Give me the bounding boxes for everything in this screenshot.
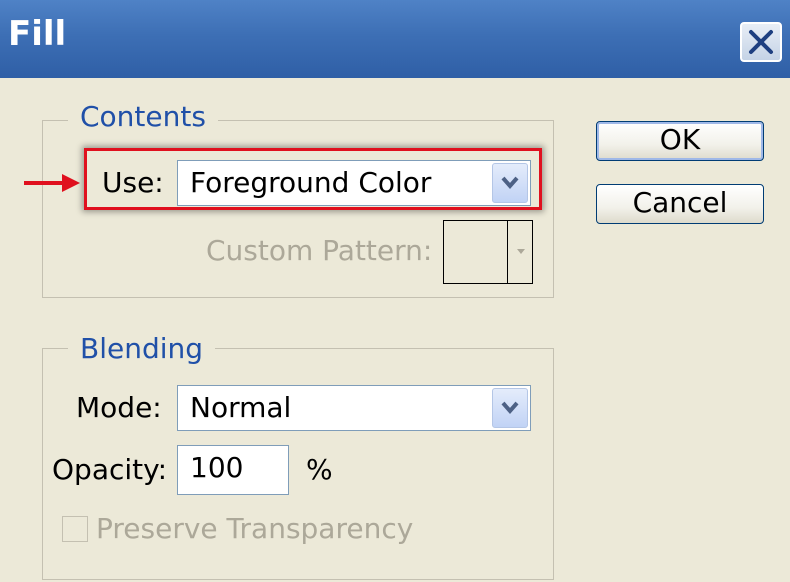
chevron-down-icon (501, 401, 519, 415)
window-title: Fill (8, 14, 67, 54)
preserve-transparency-checkbox[interactable] (62, 516, 88, 542)
close-button[interactable] (740, 22, 782, 62)
opacity-input[interactable]: 100 (177, 445, 289, 495)
mode-select-value: Normal (190, 391, 292, 424)
arrow-right-icon (24, 174, 80, 192)
pattern-picker (443, 220, 533, 284)
contents-legend: Contents (68, 100, 218, 134)
opacity-value: 100 (190, 451, 244, 484)
highlight-box (84, 148, 542, 210)
opacity-label: Opacity: (52, 453, 168, 486)
pattern-divider (507, 221, 508, 283)
title-bar: Fill (0, 0, 790, 78)
preserve-transparency-label: Preserve Transparency (96, 512, 414, 545)
mode-select[interactable]: Normal (177, 385, 531, 431)
blending-legend: Blending (68, 332, 216, 366)
mode-dropdown-button[interactable] (492, 388, 528, 428)
mode-label: Mode: (76, 391, 162, 424)
opacity-unit: % (306, 453, 333, 486)
ok-button[interactable]: OK (596, 121, 764, 161)
pattern-dropdown-icon (517, 249, 525, 254)
custom-pattern-label: Custom Pattern: (206, 234, 433, 267)
cancel-button[interactable]: Cancel (596, 184, 764, 224)
dialog-body: Contents Use: Foreground Color Custom Pa… (0, 78, 790, 582)
close-icon (749, 30, 773, 54)
